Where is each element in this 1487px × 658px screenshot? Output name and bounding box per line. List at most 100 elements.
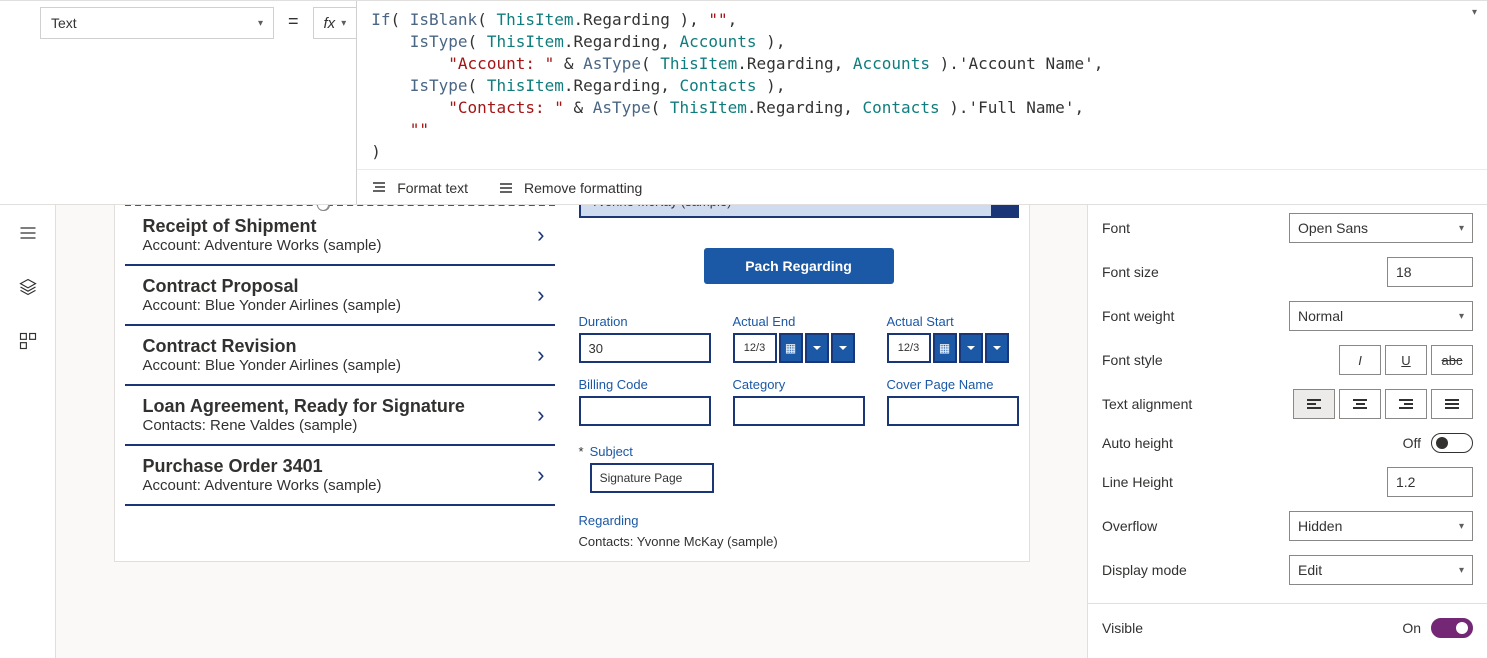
property-selector[interactable]: Text ▾ [40,7,274,39]
display-mode-select[interactable]: Edit ▾ [1289,555,1473,585]
hour-dropdown[interactable] [805,333,829,363]
required-asterisk: * [579,444,584,459]
chevron-down-icon[interactable] [991,205,1017,216]
patch-regarding-label: Pach Regarding [745,258,852,274]
field-duration: Duration 30 [579,314,711,363]
visible-state: On [1402,620,1421,636]
formula-code[interactable]: If( IsBlank( ThisItem.Regarding ), "", I… [357,1,1487,169]
list-item-subtitle: Account: Blue Yonder Airlines (sample) [143,297,401,314]
layers-icon[interactable] [16,275,40,299]
field-actual-start: Actual Start 12/3 ▦ [887,314,1019,363]
prop-label: Visible [1102,620,1143,636]
list-item-subtitle: Account: Adventure Works (sample) [143,237,382,254]
line-height-input[interactable]: 1.2 [1387,467,1473,497]
overflow-select[interactable]: Hidden ▾ [1289,511,1473,541]
regarding-label: Regarding [579,513,1019,528]
align-right-button[interactable] [1385,389,1427,419]
prop-label: Line Height [1102,474,1173,490]
subject-input[interactable]: Signature Page [590,463,714,493]
prop-label: Text alignment [1102,396,1192,412]
field-label: Billing Code [579,377,711,392]
font-size-input[interactable]: 18 [1387,257,1473,287]
strikethrough-button[interactable]: abc [1431,345,1473,375]
align-justify-button[interactable] [1431,389,1473,419]
minute-dropdown[interactable] [831,333,855,363]
calendar-icon[interactable]: ▦ [779,333,803,363]
regarding-combo[interactable]: Yvonne McKay (sample) [579,205,1019,218]
fx-icon: fx [324,15,336,32]
calendar-icon[interactable]: ▦ [933,333,957,363]
prop-label: Font style [1102,352,1163,368]
field-label: Duration [579,314,711,329]
category-input[interactable] [733,396,865,426]
list-item[interactable]: Receipt of ShipmentAccount: Adventure Wo… [125,206,555,266]
prop-label: Auto height [1102,435,1173,451]
list-item-title: Contract Revision [143,336,401,357]
align-left-button[interactable] [1293,389,1335,419]
list-item-title: Contract Proposal [143,276,401,297]
chevron-down-icon: ▾ [1459,521,1464,532]
list-item[interactable]: Purchase Order 3401Account: Adventure Wo… [125,446,555,506]
list-item[interactable]: Loan Agreement, Ready for SignatureConta… [125,386,555,446]
chevron-right-icon: › [537,462,550,488]
chevron-right-icon: › [537,282,550,308]
prop-label: Overflow [1102,518,1157,534]
chevron-down-icon: ▾ [341,18,346,29]
regarding-combo-value: Yvonne McKay (sample) [581,205,991,216]
font-weight-select[interactable]: Normal ▾ [1289,301,1473,331]
field-category: Category [733,377,865,426]
app-screen: AllAccountsContacts Signature PageContac… [114,205,1030,562]
remove-formatting-button[interactable]: Remove formatting [498,180,642,196]
billing-code-input[interactable] [579,396,711,426]
align-center-button[interactable] [1339,389,1381,419]
hour-dropdown[interactable] [959,333,983,363]
format-text-label: Format text [397,180,468,196]
formula-bar[interactable]: If( IsBlank( ThisItem.Regarding ), "", I… [356,1,1487,204]
subject-label: Subject [590,444,714,459]
chevron-down-icon: ▾ [1459,311,1464,322]
field-label: Category [733,377,865,392]
actual-start-date[interactable]: 12/3 [887,333,931,363]
auto-height-state: Off [1403,435,1421,451]
minute-dropdown[interactable] [985,333,1009,363]
format-icon [371,180,387,196]
property-selector-value: Text [51,15,77,31]
canvas-area[interactable]: AllAccountsContacts Signature PageContac… [56,205,1087,658]
list-item-title: Purchase Order 3401 [143,456,382,477]
components-icon[interactable] [16,329,40,353]
fax-list: Signature PageContacts: Yvonne McKay (sa… [125,205,555,549]
field-billing-code: Billing Code [579,377,711,426]
formula-expand-icon[interactable]: ▾ [1472,7,1477,18]
chevron-right-icon: › [537,342,550,368]
auto-height-toggle[interactable] [1431,433,1473,453]
actual-end-date[interactable]: 12/3 [733,333,777,363]
field-cover-page: Cover Page Name [887,377,1019,426]
tree-view-icon[interactable] [16,221,40,245]
list-item-subtitle: Contacts: Rene Valdes (sample) [143,417,465,434]
patch-regarding-button[interactable]: Pach Regarding [704,248,894,284]
list-item[interactable]: Contract ProposalAccount: Blue Yonder Ai… [125,266,555,326]
regarding-text: Contacts: Yvonne McKay (sample) [579,534,1019,549]
duration-input[interactable]: 30 [579,333,711,363]
field-actual-end: Actual End 12/3 ▦ [733,314,865,363]
chevron-right-icon: › [537,222,550,248]
list-item-subtitle: Account: Adventure Works (sample) [143,477,382,494]
font-select[interactable]: Open Sans ▾ [1289,213,1473,243]
italic-button[interactable]: I [1339,345,1381,375]
cover-page-input[interactable] [887,396,1019,426]
equals-sign: = [288,11,299,32]
detail-form: Yvonne McKay (sample) Pach Regarding Dur… [579,205,1019,549]
properties-panel: Font Open Sans ▾ Font size 18 Font weigh… [1087,205,1487,658]
fx-button[interactable]: fx ▾ [313,7,357,39]
field-label: Actual End [733,314,865,329]
prop-label: Font weight [1102,308,1174,324]
remove-format-icon [498,180,514,196]
list-item-subtitle: Account: Blue Yonder Airlines (sample) [143,357,401,374]
visible-toggle[interactable] [1431,618,1473,638]
chevron-down-icon: ▾ [258,18,263,29]
format-text-button[interactable]: Format text [371,180,468,196]
list-item[interactable]: Contract RevisionAccount: Blue Yonder Ai… [125,326,555,386]
prop-label: Display mode [1102,562,1187,578]
underline-button[interactable]: U [1385,345,1427,375]
list-item-title: Receipt of Shipment [143,216,382,237]
